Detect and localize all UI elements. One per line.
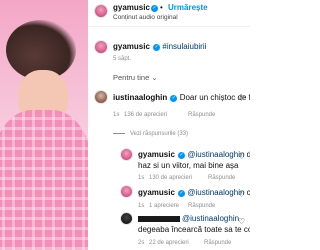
reply-reply-button[interactable]: Răspunde — [204, 238, 231, 248]
section-label[interactable]: Pentru tine ⌄ — [113, 73, 158, 83]
view-replies-button[interactable]: Vezi răspunsurile (33) — [130, 129, 188, 139]
caption-line: gyamusic ✓ #insulaiubirii — [113, 42, 206, 52]
reply-line: gyamusic ✓ @iustinaaloghin ce — [138, 188, 250, 198]
heart-icon[interactable]: ♡ — [238, 152, 245, 161]
heart-icon[interactable]: ♡ — [238, 94, 245, 103]
reply-username[interactable]: gyamusic — [138, 150, 175, 159]
reply-text: degeaba încearcă toate sa te co — [138, 225, 250, 234]
reply-likes[interactable]: 1 apreciere — [149, 201, 179, 211]
audio-subtitle[interactable]: Conținut audio original — [113, 13, 178, 23]
reply-avatar[interactable] — [120, 212, 133, 225]
verified-icon: ✓ — [151, 5, 158, 12]
reply-mention[interactable]: @iustinaaloghin — [187, 150, 244, 159]
reply-text: ce — [246, 188, 250, 197]
reply-line: gyamusic ✓ @iustinaaloghin da — [138, 150, 250, 160]
verified-icon: ✓ — [178, 152, 186, 159]
reply-text-cont: haz si un viitor, mai bine așa — [138, 161, 239, 170]
comment-username[interactable]: iustinaaloghin — [113, 93, 167, 102]
chevron-down-icon: ⌄ — [151, 73, 158, 82]
comments-panel: gyamusic ✓ • Urmărește Conținut audio or… — [88, 0, 250, 250]
verified-icon: ✓ — [170, 95, 178, 102]
caption-avatar[interactable] — [94, 40, 108, 54]
reply-reply-button[interactable]: Răspunde — [208, 173, 235, 183]
post-image[interactable] — [0, 0, 88, 250]
reply-time: 1s — [138, 175, 145, 181]
reply-line: @iustinaaloghin — [182, 214, 239, 224]
header-username[interactable]: gyamusic — [113, 3, 150, 13]
reply-likes[interactable]: 22 de aprecieri — [149, 238, 189, 248]
comment-reply-button[interactable]: Răspunde — [188, 110, 215, 120]
reply-mention[interactable]: @iustinaaloghin — [182, 214, 239, 223]
heart-icon[interactable]: ♡ — [238, 217, 245, 226]
reply-avatar[interactable] — [120, 185, 133, 198]
reply-text: da — [246, 150, 250, 159]
comment-avatar[interactable] — [94, 90, 108, 104]
reply-mention[interactable]: @iustinaaloghin — [187, 188, 244, 197]
view-replies-line — [113, 133, 125, 134]
caption-hashtag[interactable]: #insulaiubirii — [162, 42, 206, 51]
caption-username[interactable]: gyamusic — [113, 42, 150, 51]
follow-button[interactable]: Urmărește — [168, 3, 208, 13]
comment-likes[interactable]: 136 de aprecieri — [124, 110, 167, 120]
caption-time: 5 săpt. — [113, 56, 132, 62]
comment-line: iustinaaloghin ✓ Doar un chiștoc de feme… — [113, 93, 250, 103]
reply-avatar[interactable] — [120, 148, 133, 161]
verified-icon: ✓ — [178, 190, 186, 197]
section-label-text: Pentru tine — [113, 73, 150, 82]
comment-time: 1s — [113, 112, 120, 118]
header-separator: • — [160, 3, 163, 12]
reply-time: 2s — [138, 240, 145, 246]
heart-icon[interactable]: ♡ — [238, 190, 245, 199]
verified-icon: ✓ — [153, 44, 161, 51]
header-divider — [88, 26, 250, 27]
reply-time: 1s — [138, 203, 145, 209]
reply-reply-button[interactable]: Răspunde — [188, 201, 215, 211]
redacted-username — [138, 216, 180, 222]
post-image-dress — [0, 110, 88, 250]
reply-username[interactable]: gyamusic — [138, 188, 175, 197]
header-avatar[interactable] — [94, 4, 108, 18]
reply-likes[interactable]: 130 de aprecieri — [149, 173, 192, 183]
